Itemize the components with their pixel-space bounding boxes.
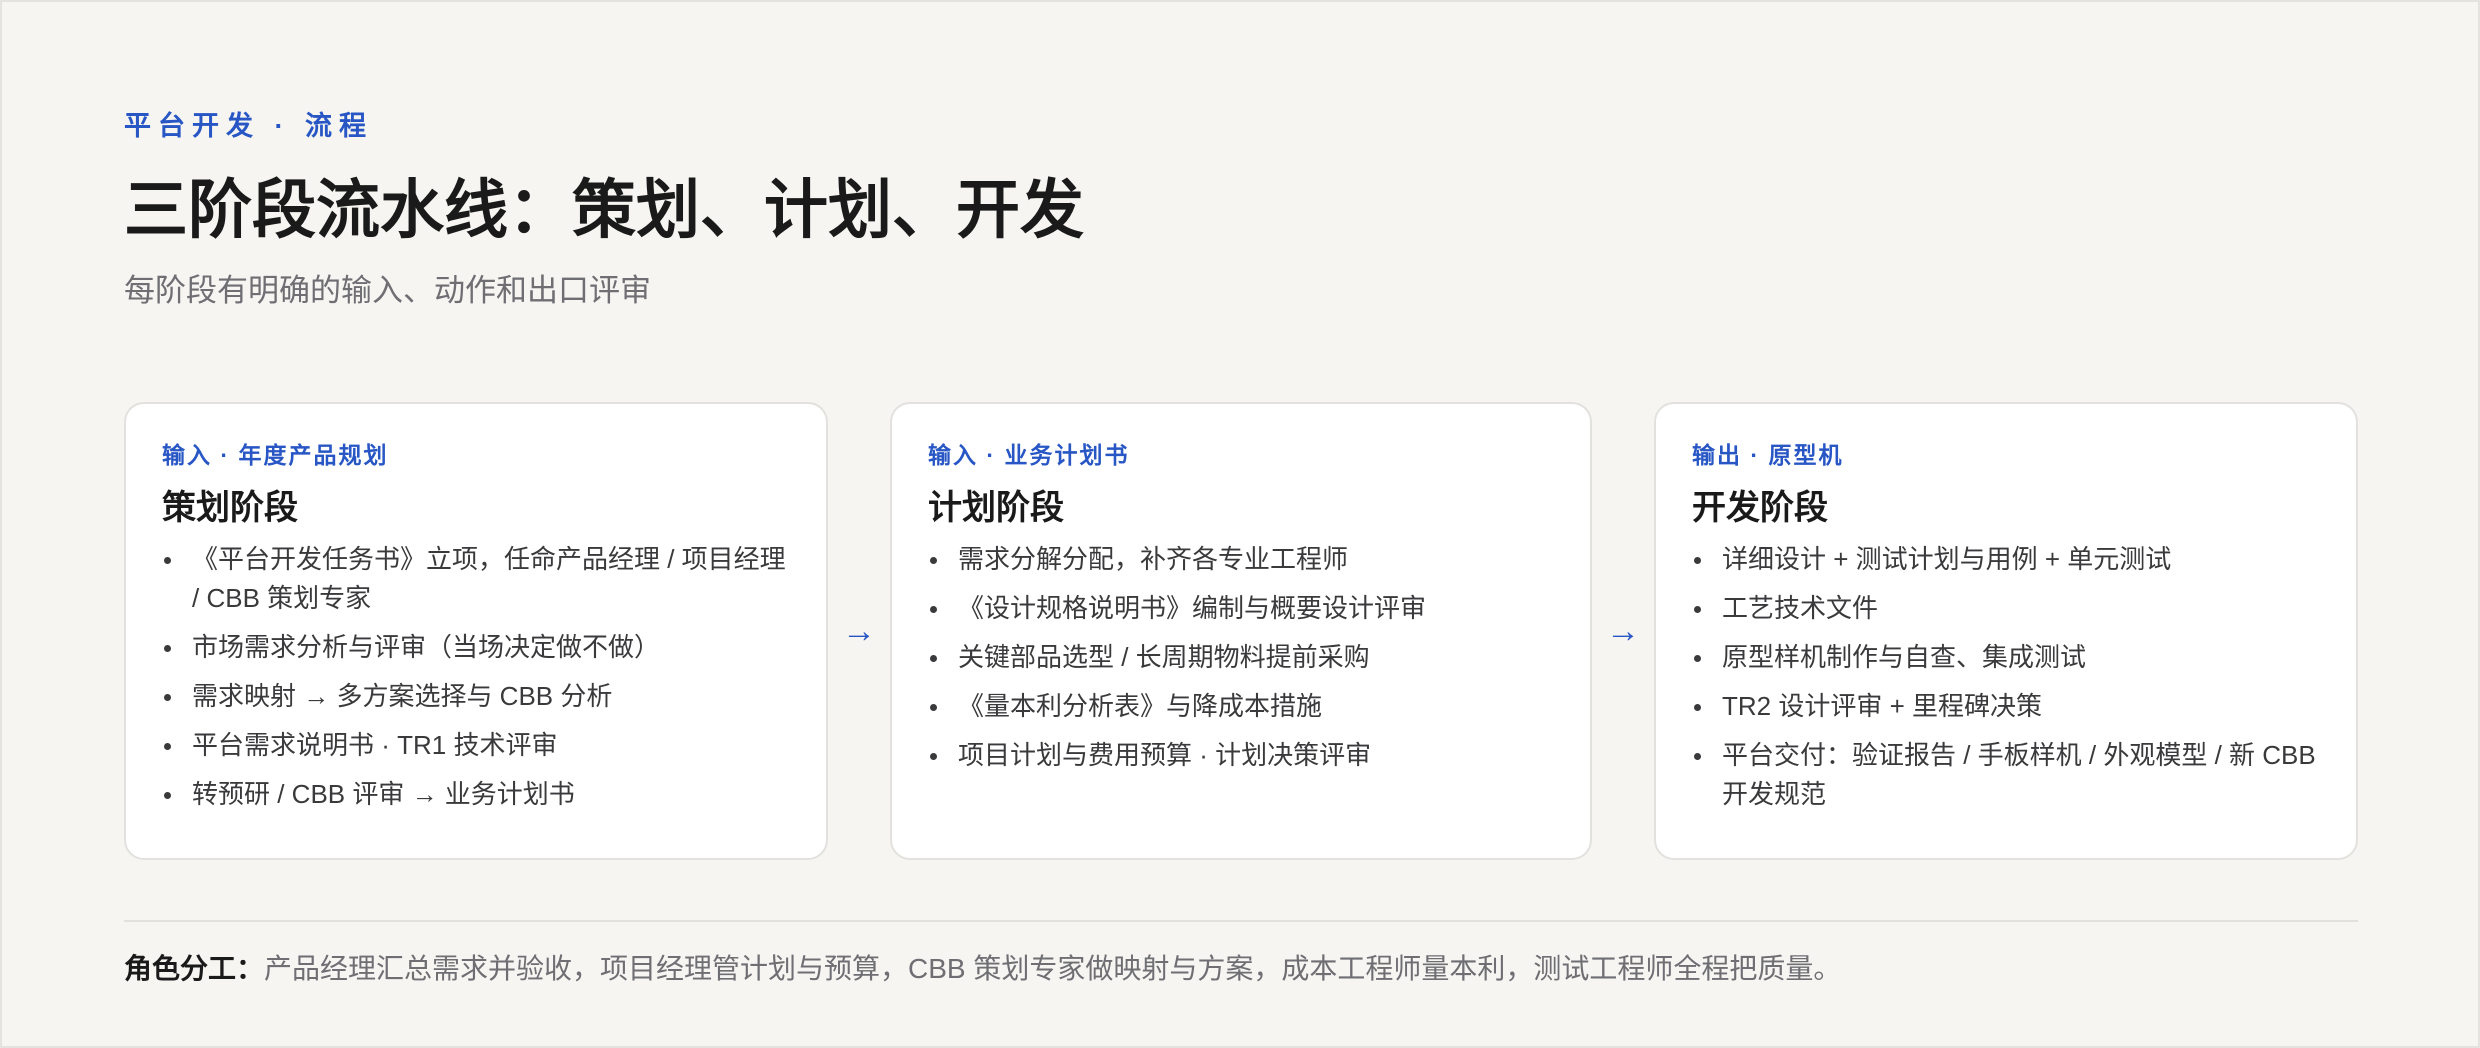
- list-item: 工艺技术文件: [1692, 589, 2320, 628]
- stage-action-list: 《平台开发任务书》立项，任命产品经理 / 项目经理 / CBB 策划专家 市场需…: [162, 540, 790, 814]
- list-item: 平台需求说明书 · TR1 技术评审: [162, 726, 790, 765]
- stage-title: 策划阶段: [162, 489, 298, 527]
- list-item: 需求分解分配，补齐各专业工程师: [928, 540, 1554, 579]
- stage-card-development: 输出 · 原型机 开发阶段 详细设计 + 测试计划与用例 + 单元测试 工艺技术…: [1654, 402, 2358, 860]
- role-summary-label: 角色分工：: [124, 953, 265, 984]
- list-item: 详细设计 + 测试计划与用例 + 单元测试: [1692, 540, 2320, 579]
- list-item: 项目计划与费用预算 · 计划决策评审: [928, 736, 1554, 775]
- stage-title: 计划阶段: [928, 489, 1064, 527]
- divider: [124, 920, 2358, 922]
- list-item: 需求映射 → 多方案选择与 CBB 分析: [162, 677, 790, 716]
- slide: 平台开发 · 流程 三阶段流水线：策划、计划、开发 每阶段有明确的输入、动作和出…: [0, 0, 2480, 1048]
- arrow-right-icon: →: [842, 611, 876, 650]
- stage-input-label: 输入 · 业务计划书: [928, 442, 1130, 468]
- list-item: 《量本利分析表》与降成本措施: [928, 687, 1554, 726]
- section-eyebrow: 平台开发 · 流程: [124, 111, 373, 141]
- role-summary: 角色分工：产品经理汇总需求并验收，项目经理管计划与预算，CBB 策划专家做映射与…: [124, 950, 2356, 988]
- page-subtitle: 每阶段有明确的输入、动作和出口评审: [124, 273, 651, 308]
- arrow-right-icon: →: [1606, 611, 1640, 650]
- stage-title: 开发阶段: [1692, 489, 1828, 527]
- stage-action-list: 详细设计 + 测试计划与用例 + 单元测试 工艺技术文件 原型样机制作与自查、集…: [1692, 540, 2320, 814]
- stage-card-plan: 输入 · 业务计划书 计划阶段 需求分解分配，补齐各专业工程师 《设计规格说明书…: [890, 402, 1592, 860]
- list-item: 市场需求分析与评审（当场决定做不做）: [162, 628, 790, 667]
- stage-input-label: 输入 · 年度产品规划: [162, 442, 389, 468]
- stage-action-list: 需求分解分配，补齐各专业工程师 《设计规格说明书》编制与概要设计评审 关键部品选…: [928, 540, 1554, 775]
- list-item: 转预研 / CBB 评审 → 业务计划书: [162, 775, 790, 814]
- list-item: 《平台开发任务书》立项，任命产品经理 / 项目经理 / CBB 策划专家: [162, 540, 790, 618]
- list-item: 平台交付：验证报告 / 手板样机 / 外观模型 / 新 CBB 开发规范: [1692, 736, 2320, 814]
- stage-output-label: 输出 · 原型机: [1692, 442, 1844, 468]
- list-item: 关键部品选型 / 长周期物料提前采购: [928, 638, 1554, 677]
- list-item: TR2 设计评审 + 里程碑决策: [1692, 687, 2320, 726]
- stage-flow: 输入 · 年度产品规划 策划阶段 《平台开发任务书》立项，任命产品经理 / 项目…: [124, 402, 2358, 860]
- role-summary-text: 产品经理汇总需求并验收，项目经理管计划与预算，CBB 策划专家做映射与方案，成本…: [264, 953, 1842, 984]
- list-item: 《设计规格说明书》编制与概要设计评审: [928, 589, 1554, 628]
- stage-card-planning: 输入 · 年度产品规划 策划阶段 《平台开发任务书》立项，任命产品经理 / 项目…: [124, 402, 828, 860]
- page-title: 三阶段流水线：策划、计划、开发: [124, 174, 1084, 246]
- list-item: 原型样机制作与自查、集成测试: [1692, 638, 2320, 677]
